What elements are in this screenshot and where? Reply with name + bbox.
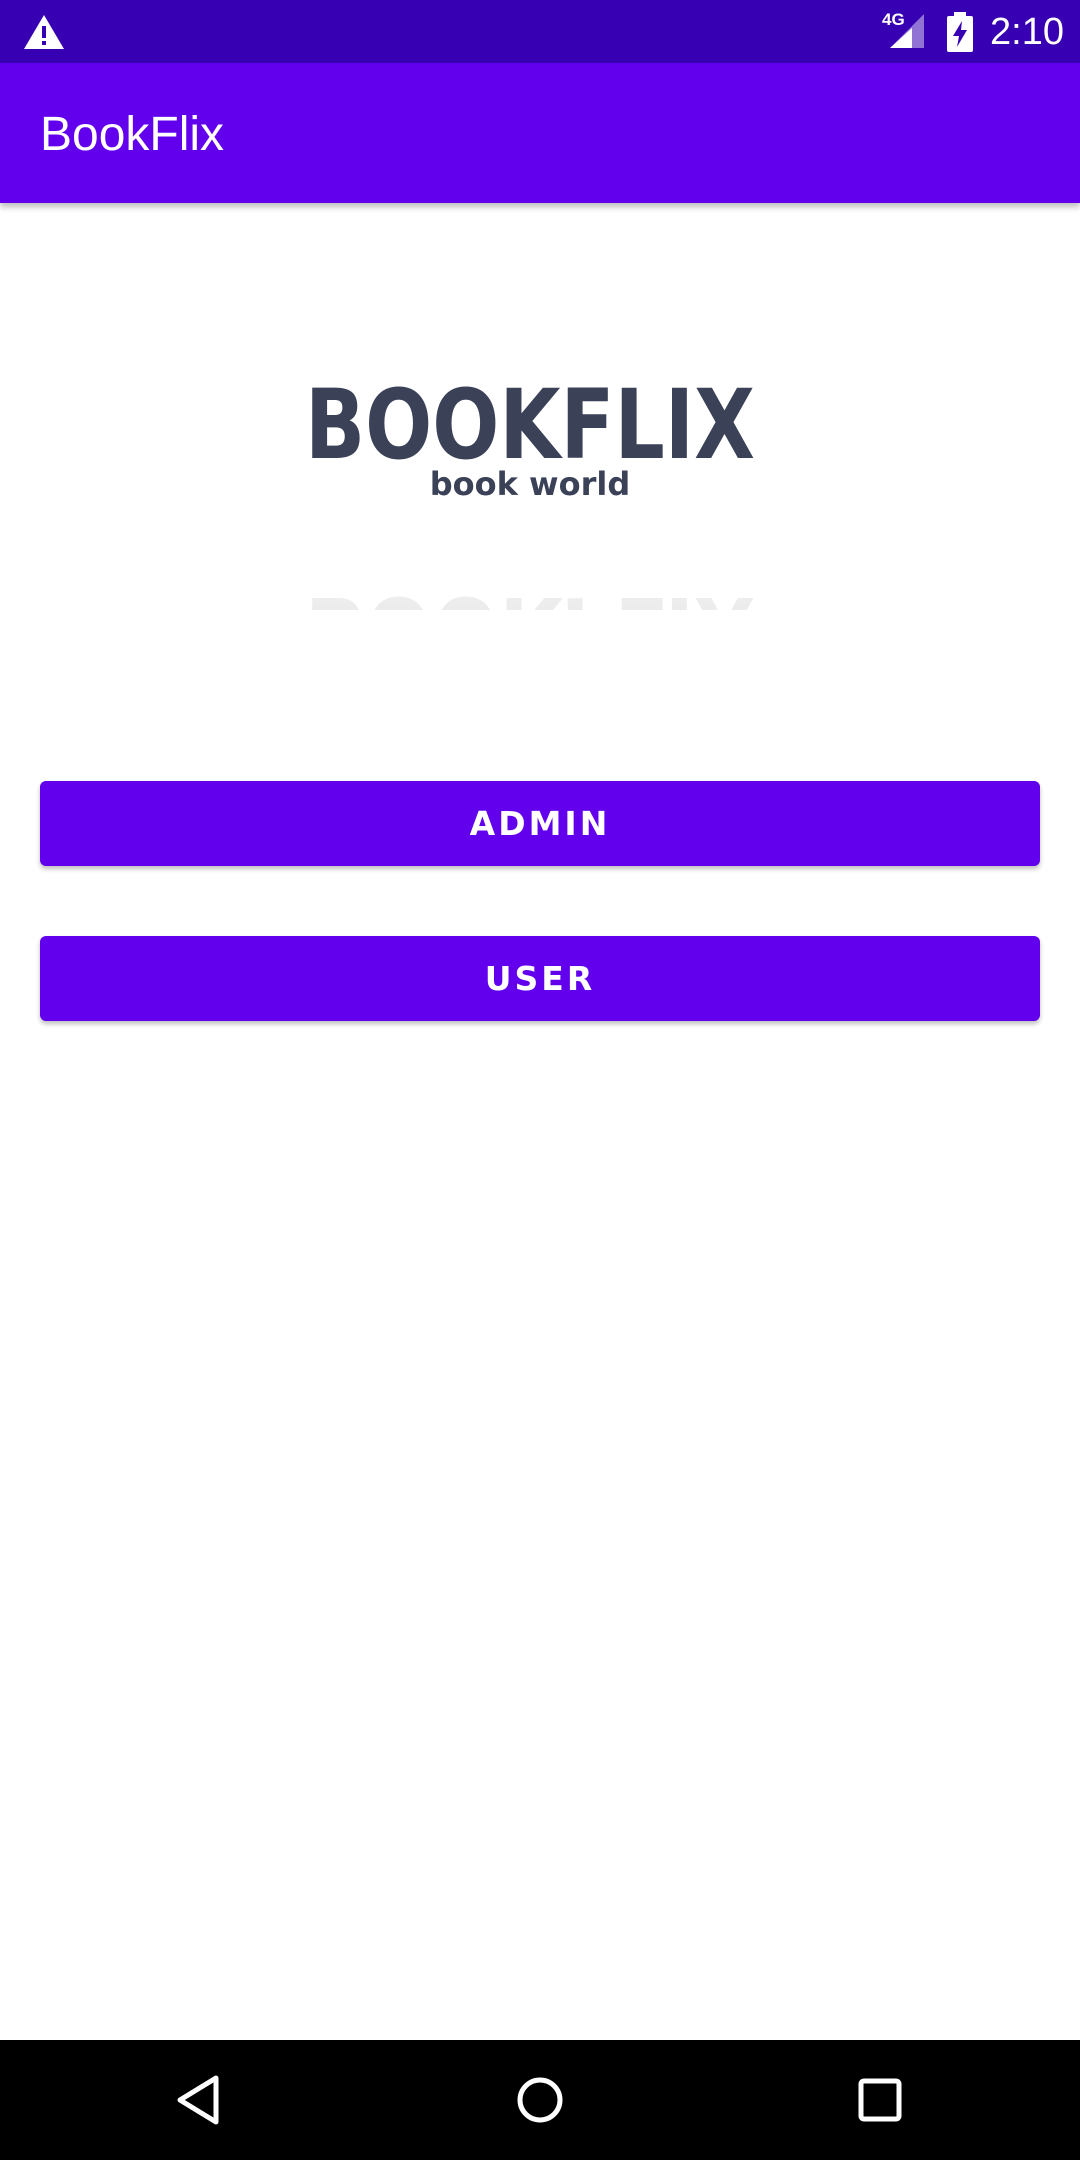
admin-button[interactable]: ADMIN xyxy=(40,781,1040,866)
navigation-bar xyxy=(0,2040,1080,2160)
recents-icon[interactable] xyxy=(846,2066,914,2134)
app-bar: BookFlix xyxy=(0,63,1080,203)
screen: 4G 2:10 BookFlix BOOKFLIX book world BOO… xyxy=(0,0,1080,2160)
status-bar: 4G 2:10 xyxy=(0,0,1080,63)
app-title: BookFlix xyxy=(40,108,225,161)
clock: 2:10 xyxy=(990,11,1064,53)
logo-reflection: BOOKFLIX xyxy=(305,575,755,610)
bookflix-logo: BOOKFLIX book world BOOKFLIX xyxy=(305,369,755,610)
logo-tagline: book world xyxy=(430,465,631,503)
signal-icon xyxy=(890,14,924,48)
user-button[interactable]: USER xyxy=(40,936,1040,1021)
battery-charging-icon xyxy=(947,12,973,52)
warning-icon xyxy=(24,15,64,49)
home-icon[interactable] xyxy=(506,2066,574,2134)
back-icon[interactable] xyxy=(166,2066,234,2134)
